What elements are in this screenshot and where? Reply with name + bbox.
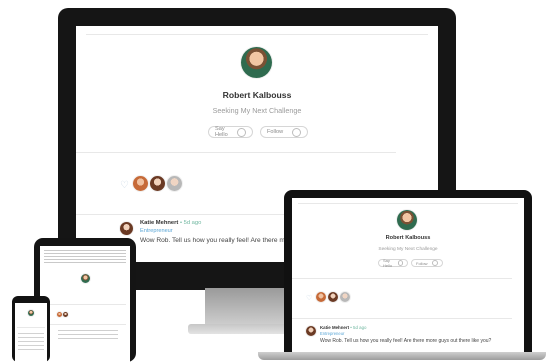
laptop-follow-circle-icon — [432, 260, 438, 266]
tablet-divider-2 — [44, 324, 126, 325]
profile-tagline: Seeking My Next Challenge — [212, 106, 302, 115]
say-hello-button[interactable]: Say Hello — [208, 126, 253, 138]
liker-avatar[interactable] — [133, 176, 148, 191]
laptop-likes-divider — [292, 318, 512, 319]
laptop-comment-text: Wow Rob. Tell us how you really feel! Ar… — [320, 338, 492, 344]
comment-role[interactable]: Entrepreneur — [140, 228, 173, 234]
phone-lines — [18, 333, 44, 351]
monitor-stand-neck — [205, 288, 285, 326]
laptop-say-hello-circle-icon — [397, 260, 403, 266]
laptop-profile-avatar[interactable] — [397, 210, 417, 230]
laptop-top-divider — [298, 203, 518, 204]
say-hello-circle-icon — [237, 127, 246, 137]
laptop-say-hello-button[interactable]: Say Hello — [378, 258, 408, 268]
comment-author-name: Katie Mehnert — [140, 220, 179, 226]
laptop-profile-divider — [292, 278, 512, 279]
laptop-lid: Robert Kalbouss Seeking My Next Challeng… — [284, 190, 532, 358]
laptop-heart-icon[interactable]: ♡ — [306, 294, 312, 302]
phone-divider — [17, 327, 45, 328]
tablet-comment-lines — [58, 330, 118, 342]
liker-avatar[interactable] — [150, 176, 165, 191]
laptop-follow-label: Follow — [416, 260, 428, 266]
laptop-comment-author-name: Katie Mehnert — [320, 325, 350, 330]
follow-circle-icon — [292, 127, 301, 137]
tablet-profile-avatar[interactable] — [81, 274, 90, 283]
phone-device — [12, 296, 50, 362]
comment-text: Wow Rob. Tell us how you really feel! Ar… — [140, 237, 285, 244]
liker-avatar[interactable] — [167, 176, 182, 191]
laptop-comment-time: • 5d ago — [350, 325, 367, 330]
laptop-liker-avatar[interactable] — [340, 292, 350, 302]
laptop-liker-avatar[interactable] — [316, 292, 326, 302]
laptop-comment-role[interactable]: Entrepreneur — [320, 331, 344, 336]
tablet-screen — [40, 246, 130, 362]
profile-divider — [76, 152, 396, 153]
top-divider — [86, 34, 428, 35]
profile-avatar[interactable] — [241, 47, 272, 78]
comment-author: Katie Mehnert • 5d ago — [140, 220, 201, 226]
follow-label: Follow — [267, 129, 284, 135]
laptop-comment-author: Katie Mehnert • 5d ago — [320, 325, 366, 330]
follow-button[interactable]: Follow — [260, 126, 308, 138]
phone-profile-avatar[interactable] — [28, 310, 34, 316]
laptop-screen: Robert Kalbouss Seeking My Next Challeng… — [292, 198, 524, 358]
tablet-lines — [44, 250, 126, 264]
laptop-profile-name: Robert Kalbouss — [385, 235, 431, 241]
laptop-follow-button[interactable]: Follow — [411, 259, 443, 267]
laptop-comment-avatar[interactable] — [306, 326, 316, 336]
tablet-liker-avatar[interactable] — [63, 312, 68, 317]
comment-avatar[interactable] — [120, 222, 133, 235]
tablet-divider — [44, 304, 126, 305]
phone-screen — [15, 303, 47, 362]
comment-time: • 5d ago — [179, 220, 202, 226]
tablet-liker-avatar[interactable] — [57, 312, 62, 317]
laptop-profile-tagline: Seeking My Next Challenge — [378, 247, 438, 252]
say-hello-label: Say Hello — [215, 126, 228, 138]
laptop-liker-avatar[interactable] — [328, 292, 338, 302]
heart-icon[interactable]: ♡ — [120, 180, 129, 191]
laptop-base — [258, 352, 546, 360]
profile-name: Robert Kalbouss — [222, 90, 292, 100]
laptop-say-hello-label: Say Hello — [383, 258, 393, 268]
